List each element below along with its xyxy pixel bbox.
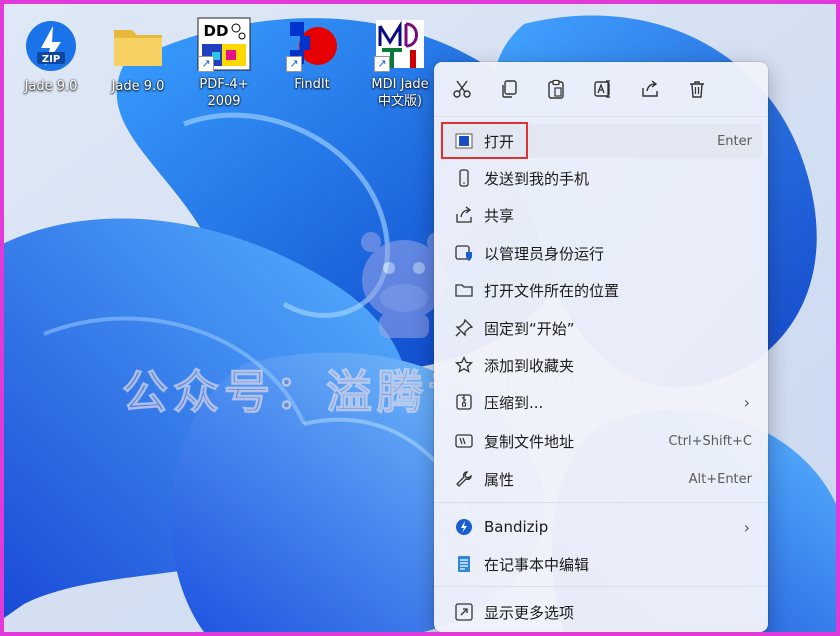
menu-item-show-more-options[interactable]: 显示更多选项	[440, 595, 762, 629]
wrench-icon	[454, 469, 474, 489]
share-button[interactable]	[636, 75, 664, 103]
desktop-icon-label: MDI Jade 中文版)	[371, 77, 429, 109]
rename-icon	[594, 80, 610, 98]
share-icon	[642, 80, 658, 97]
bandizip-icon	[454, 517, 474, 537]
pin-icon	[454, 318, 474, 338]
desktop-icon-jade-folder[interactable]: Jade 9.0	[98, 18, 178, 95]
menu-item-compress-to[interactable]: 压缩到... ›	[440, 385, 762, 419]
annotation-highlight-box	[441, 122, 528, 159]
menu-separator	[434, 586, 768, 587]
folder-icon	[110, 18, 166, 74]
screenshot-frame: ZIP Jade 9.0 Jade 9.0 DD ↗ PDF-4+ 2009 ↗…	[0, 0, 840, 636]
menu-item-bandizip[interactable]: Bandizip ›	[440, 510, 762, 544]
notepad-icon	[454, 554, 474, 574]
trash-icon	[690, 81, 704, 98]
copy-button[interactable]	[495, 75, 523, 103]
cut-button[interactable]	[448, 75, 476, 103]
share-icon	[454, 205, 474, 225]
shortcut-arrow-icon: ↗	[374, 56, 390, 72]
rename-button[interactable]	[589, 75, 617, 103]
zip-archive-icon: ZIP	[23, 18, 79, 74]
delete-button[interactable]	[683, 75, 711, 103]
menu-item-share[interactable]: 共享	[440, 198, 762, 232]
scissors-icon	[453, 80, 471, 98]
menu-item-open-file-location[interactable]: 打开文件所在的位置	[440, 273, 762, 307]
menu-item-copy-path[interactable]: 复制文件地址 Ctrl+Shift+C	[440, 424, 762, 458]
paste-button[interactable]	[542, 75, 570, 103]
menu-item-add-to-favorites[interactable]: 添加到收藏夹	[440, 348, 762, 382]
menu-item-properties[interactable]: 属性 Alt+Enter	[440, 462, 762, 496]
copy-icon	[502, 80, 517, 98]
copy-path-icon	[454, 431, 474, 451]
phone-icon	[454, 168, 474, 188]
svg-text:DD: DD	[204, 22, 229, 40]
shortcut-arrow-icon: ↗	[198, 56, 214, 72]
archive-icon	[454, 392, 474, 412]
menu-item-pin-to-start[interactable]: 固定到“开始”	[440, 311, 762, 345]
shortcut-arrow-icon: ↗	[286, 56, 302, 72]
chevron-right-icon: ›	[743, 517, 750, 537]
clipboard-icon	[548, 79, 564, 99]
svg-text:ZIP: ZIP	[42, 54, 60, 65]
desktop-icon-label: PDF-4+ 2009	[199, 77, 249, 109]
desktop-icon-findit[interactable]: ↗ FindIt	[272, 16, 352, 93]
folder-outline-icon	[454, 280, 474, 300]
menu-item-send-to-phone[interactable]: 发送到我的手机	[440, 161, 762, 195]
desktop-icon-label: FindIt	[294, 77, 330, 92]
desktop-icon-jade-zip[interactable]: ZIP Jade 9.0	[11, 18, 91, 95]
chevron-right-icon: ›	[743, 392, 750, 412]
context-menu-toolbar	[434, 62, 768, 117]
shield-admin-icon	[454, 243, 474, 263]
more-options-icon	[454, 602, 474, 622]
menu-item-edit-in-notepad[interactable]: 在记事本中编辑	[440, 547, 762, 581]
pdf4-app-icon: DD ↗	[196, 16, 252, 72]
desktop-icon-pdf4[interactable]: DD ↗ PDF-4+ 2009	[184, 16, 264, 110]
menu-separator	[434, 502, 768, 503]
desktop-icon-label: Jade 9.0	[111, 79, 165, 94]
desktop-icon-label: Jade 9.0	[24, 79, 78, 94]
findit-app-icon: ↗	[284, 16, 340, 72]
mdi-jade-icon: ↗	[372, 16, 428, 72]
star-icon	[454, 355, 474, 375]
menu-item-run-as-admin[interactable]: 以管理员身份运行	[440, 236, 762, 270]
desktop-icon-mdi-jade[interactable]: ↗ MDI Jade 中文版)	[360, 16, 440, 110]
